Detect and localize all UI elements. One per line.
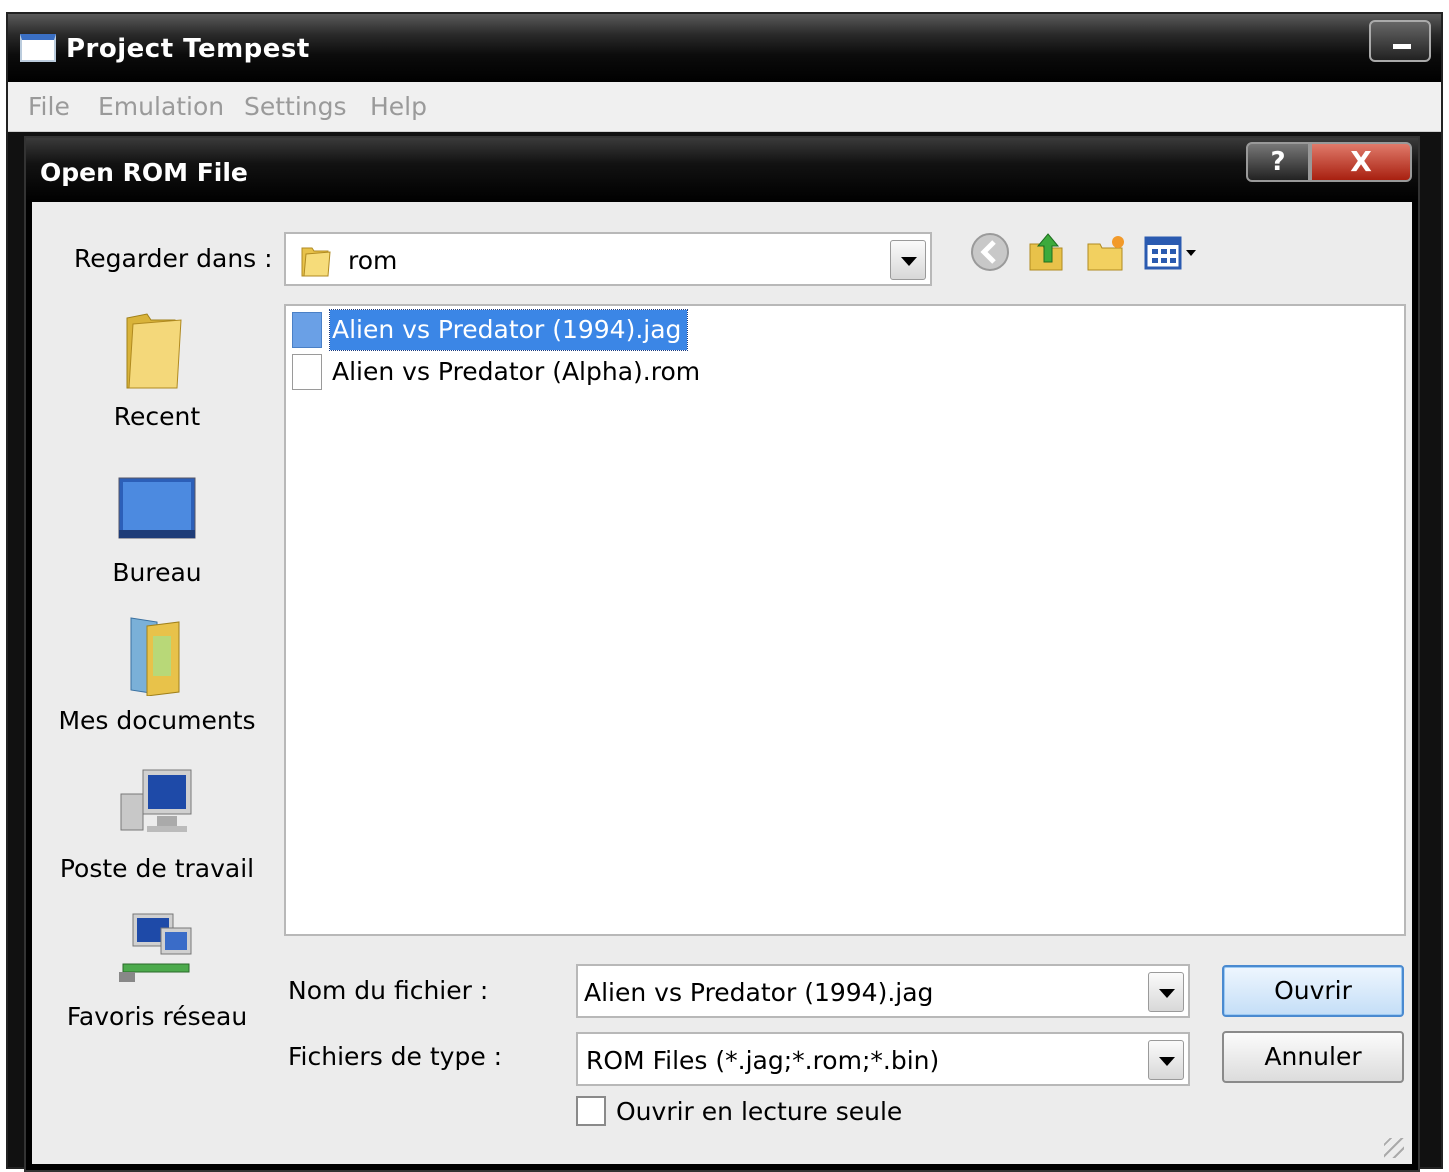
app-titlebar[interactable]: Project Tempest — [8, 14, 1441, 82]
dialog-titlebar[interactable]: Open ROM File ? X — [26, 138, 1418, 202]
up-folder-icon[interactable] — [1026, 230, 1070, 274]
filename-dropdown-button[interactable] — [1148, 972, 1184, 1012]
file-name: Alien vs Predator (1994).jag — [328, 309, 689, 351]
help-button[interactable]: ? — [1246, 142, 1310, 182]
place-network[interactable]: Favoris réseau — [32, 908, 282, 1031]
look-in-value: rom — [348, 246, 398, 275]
folder-icon — [301, 247, 331, 277]
documents-icon — [130, 617, 180, 697]
place-desktop-label: Bureau — [112, 558, 202, 587]
close-button[interactable]: X — [1310, 142, 1412, 182]
readonly-label: Ouvrir en lecture seule — [616, 1097, 903, 1126]
dialog-title: Open ROM File — [40, 158, 248, 187]
minimize-button[interactable] — [1369, 20, 1431, 62]
dialog-body: Regarder dans : rom Recent Bureau Mes do… — [32, 202, 1412, 1164]
open-button[interactable]: Ouvrir — [1222, 965, 1404, 1017]
desktop-icon — [118, 477, 196, 539]
file-name: Alien vs Predator (Alpha).rom — [332, 357, 701, 386]
menu-bar: File Emulation Settings Help — [8, 82, 1441, 132]
filetype-dropdown-button[interactable] — [1148, 1040, 1184, 1080]
filename-label: Nom du fichier : — [288, 976, 489, 1005]
filetype-value: ROM Files (*.jag;*.rom;*.bin) — [586, 1046, 940, 1075]
place-desktop[interactable]: Bureau — [32, 464, 282, 587]
menu-help[interactable]: Help — [370, 92, 427, 121]
new-folder-icon[interactable] — [1084, 230, 1128, 274]
menu-file[interactable]: File — [28, 92, 70, 121]
app-window: Project Tempest File Emulation Settings … — [6, 12, 1443, 1172]
filename-value: Alien vs Predator (1994).jag — [584, 978, 934, 1007]
look-in-label: Regarder dans : — [74, 244, 273, 273]
recent-folder-icon — [126, 313, 182, 389]
menu-emulation[interactable]: Emulation — [98, 92, 224, 121]
resize-grip[interactable] — [1384, 1138, 1404, 1158]
app-window-icon — [20, 34, 56, 62]
place-documents[interactable]: Mes documents — [32, 612, 282, 735]
menu-settings[interactable]: Settings — [244, 92, 347, 121]
cancel-button[interactable]: Annuler — [1222, 1031, 1404, 1083]
place-recent-label: Recent — [113, 402, 201, 431]
filetype-label: Fichiers de type : — [288, 1042, 503, 1071]
file-icon — [292, 354, 322, 390]
network-icon — [119, 913, 192, 982]
place-network-label: Favoris réseau — [66, 1002, 248, 1031]
filetype-select[interactable]: ROM Files (*.jag;*.rom;*.bin) — [576, 1032, 1190, 1086]
file-list[interactable]: Alien vs Predator (1994).jag Alien vs Pr… — [284, 304, 1406, 936]
view-menu-icon[interactable] — [1142, 230, 1204, 274]
open-file-dialog: Open ROM File ? X Regarder dans : rom Re… — [24, 136, 1420, 1172]
place-documents-label: Mes documents — [58, 706, 256, 735]
minimize-icon — [1393, 44, 1411, 49]
back-icon[interactable] — [968, 230, 1012, 274]
place-recent[interactable]: Recent — [32, 308, 282, 431]
look-in-dropdown-button[interactable] — [890, 240, 926, 280]
computer-icon — [120, 769, 192, 832]
place-computer-label: Poste de travail — [59, 854, 255, 883]
readonly-checkbox[interactable] — [576, 1096, 606, 1126]
place-computer[interactable]: Poste de travail — [32, 760, 282, 883]
look-in-combo[interactable]: rom — [284, 232, 932, 286]
app-title: Project Tempest — [66, 34, 310, 64]
file-icon — [292, 312, 322, 348]
filename-field[interactable]: Alien vs Predator (1994).jag — [576, 964, 1190, 1018]
